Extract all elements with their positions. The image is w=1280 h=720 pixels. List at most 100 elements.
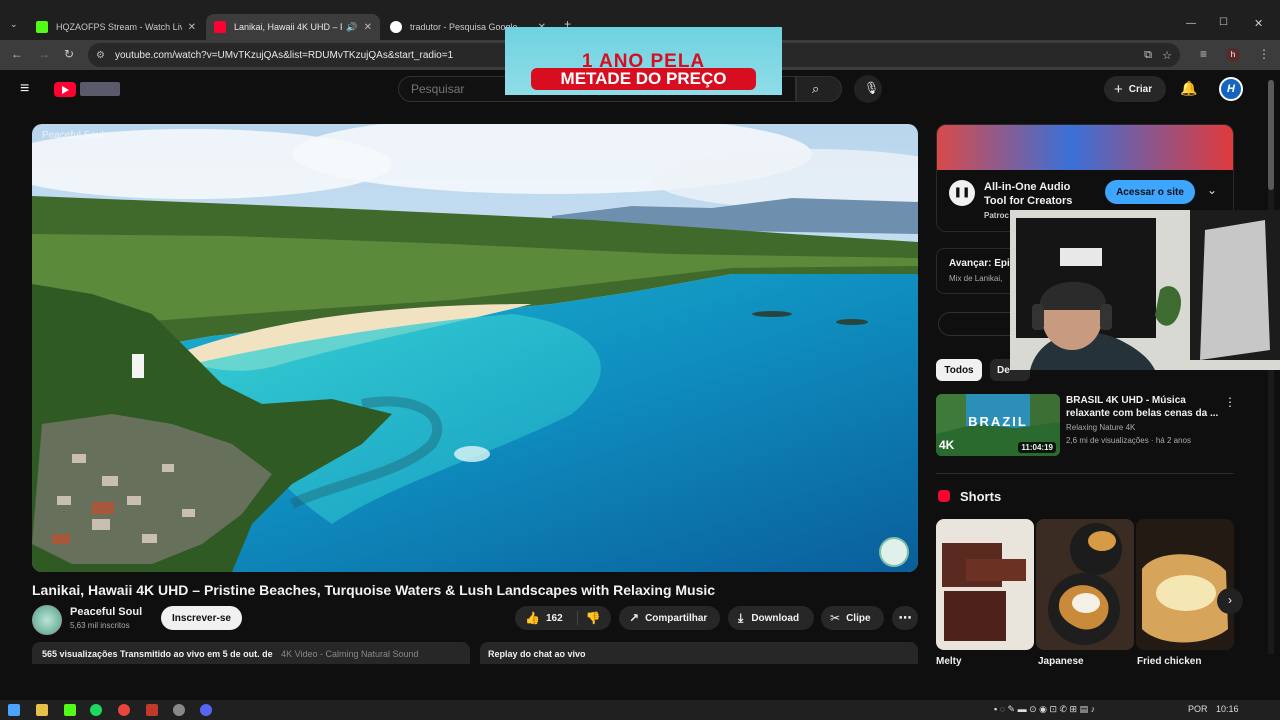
clip-button[interactable]: ✂ Clipe (821, 606, 884, 630)
scrollbar-thumb[interactable] (1268, 80, 1274, 190)
video-thumbnail[interactable]: BRAZIL 4K 11:04:19 (936, 394, 1060, 456)
ad-title-line-1: All-in-One Audio (984, 181, 1071, 193)
shorts-icon (938, 490, 950, 502)
promo-line-2: METADE DO PREÇO (531, 68, 756, 90)
chat-replay-box[interactable]: Replay do chat ao vivo (480, 642, 918, 664)
close-icon[interactable]: ✕ (364, 22, 372, 33)
voice-search-button[interactable]: 🎙 (854, 75, 882, 103)
download-icon: ⤓ (738, 610, 744, 625)
download-label: Download (751, 612, 800, 624)
create-button[interactable]: + Criar (1104, 76, 1166, 102)
clip-label: Clipe (846, 612, 871, 624)
app-icon[interactable] (146, 704, 158, 716)
forward-icon[interactable]: → (38, 47, 50, 61)
title-strip (0, 0, 1280, 12)
dislike-icon[interactable]: 👎 (576, 611, 601, 625)
like-count[interactable]: 162 (546, 613, 563, 624)
file-explorer-icon[interactable] (36, 704, 48, 716)
hamburger-icon[interactable]: ≡ (20, 80, 29, 98)
divider (936, 473, 1234, 474)
google-icon (390, 21, 402, 33)
ad-title-line-2: Tool for Creators (984, 195, 1073, 207)
like-icon[interactable]: 👍 (525, 611, 540, 625)
video-title: Lanikai, Hawaii 4K UHD – Pristine Beache… (32, 582, 716, 598)
tab-search-icon[interactable]: ⌄ (10, 19, 18, 30)
clock[interactable]: 10:16 (1216, 704, 1239, 714)
description-box[interactable]: 565 visualizações Transmitido ao vivo em… (32, 642, 470, 664)
recommended-title-line-2: relaxante com belas cenas da ... (1066, 408, 1219, 419)
kebab-menu-icon[interactable]: ⋮ (1224, 395, 1236, 409)
bookmark-star-icon[interactable]: ☆ (1162, 49, 1172, 62)
short-title[interactable]: Melty (936, 656, 962, 667)
back-icon[interactable]: ← (11, 47, 23, 61)
playlist-mix-label: Mix de Lanikai, (949, 274, 1003, 283)
ad-banner-image (937, 125, 1233, 170)
tray-icons[interactable]: ▪ ◌ ✎ ▬ ⊙ ◉ ⊡ ✆ ⊞ ▤ ♪ (994, 704, 1095, 715)
chip-label: Todos (944, 364, 974, 376)
spotify-icon[interactable] (90, 704, 102, 716)
webcam-overlay (1010, 210, 1280, 370)
ad-cta-button[interactable]: Acessar o site (1105, 180, 1195, 204)
ad-cta-label: Acessar o site (1116, 186, 1184, 198)
chip-all[interactable]: Todos (936, 359, 982, 381)
youtube-icon (214, 21, 226, 33)
reload-icon[interactable]: ↻ (64, 47, 74, 61)
site-info-icon[interactable]: ⚙ (96, 50, 105, 61)
video-duration: 11:04:19 (1018, 442, 1056, 453)
youtube-logo-icon[interactable] (54, 82, 76, 97)
recommended-channel[interactable]: Relaxing Nature 4K (1066, 423, 1135, 432)
maximize-icon[interactable]: ☐ (1219, 17, 1228, 28)
pause-icon[interactable]: ❚❚ (949, 180, 975, 206)
subscribe-label: Inscrever-se (172, 612, 231, 624)
bell-icon[interactable]: 🔔 (1180, 80, 1197, 97)
subscribe-button[interactable]: Inscrever-se (161, 606, 242, 630)
menu-dots-icon[interactable]: ⋮ (1258, 47, 1270, 61)
channel-name[interactable]: Peaceful Soul (70, 606, 142, 618)
promo-banner[interactable]: 1 ANO PELA METADE DO PREÇO (505, 27, 782, 95)
extensions-icon[interactable]: ≡ (1200, 47, 1207, 61)
short-thumbnail[interactable] (1036, 519, 1134, 650)
chevron-right-icon: › (1228, 593, 1232, 607)
windows-start-icon[interactable] (8, 704, 20, 716)
chip-label: De (997, 364, 1010, 376)
chrome-icon[interactable] (118, 704, 130, 716)
profile-avatar[interactable]: h (1226, 48, 1240, 62)
chevron-down-icon[interactable]: ⌄ (1207, 183, 1217, 197)
app-icon[interactable] (64, 704, 76, 716)
discord-icon[interactable] (200, 704, 212, 716)
tab-stream[interactable]: HQZAOFPS Stream - Watch Live ✕ (28, 14, 204, 40)
kick-icon (36, 21, 48, 33)
shorts-heading: Shorts (960, 489, 1002, 504)
short-thumbnail[interactable] (936, 519, 1034, 650)
more-actions-button[interactable]: ⋯ (892, 606, 918, 630)
tab-title: Lanikai, Hawaii 4K UHD – P (234, 22, 343, 32)
channel-avatar[interactable] (32, 605, 62, 635)
keyboard-language[interactable]: POR (1188, 704, 1208, 714)
url-text: youtube.com/watch?v=UMvTKzujQAs&list=RDU… (114, 49, 454, 61)
short-title[interactable]: Fried chicken (1137, 656, 1201, 667)
window-close-icon[interactable]: ✕ (1254, 17, 1263, 30)
subscriber-count: 5,63 mil inscritos (70, 621, 130, 630)
create-label: Criar (1128, 83, 1153, 95)
scissors-icon: ✂ (830, 611, 841, 625)
app-icon[interactable] (173, 704, 185, 716)
thumbnail-badge: 4K (939, 438, 955, 452)
short-title[interactable]: Japanese (1038, 656, 1084, 667)
description-stats: 565 visualizações Transmitido ao vivo em… (42, 649, 273, 659)
share-button[interactable]: ↗ Compartilhar (619, 606, 720, 630)
plus-icon: + (1114, 80, 1123, 98)
account-avatar[interactable]: H (1219, 77, 1243, 101)
close-icon[interactable]: ✕ (188, 22, 196, 33)
short-thumbnail[interactable] (1136, 519, 1234, 650)
video-player[interactable]: Peaceful Soul (32, 124, 918, 572)
share-icon: ↗ (629, 611, 640, 625)
search-button[interactable]: ⌕ (796, 76, 842, 102)
install-icon[interactable]: ⧉ (1144, 49, 1152, 62)
recommended-meta: 2,6 mi de visualizações · há 2 anos (1066, 436, 1191, 445)
download-button[interactable]: ⤓ Download (728, 606, 814, 630)
minimize-icon[interactable]: — (1186, 18, 1196, 29)
shorts-next-button[interactable]: › (1217, 588, 1243, 614)
tab-youtube[interactable]: Lanikai, Hawaii 4K UHD – P 🔊 ✕ (206, 14, 380, 40)
speaker-icon[interactable]: 🔊 (346, 22, 357, 33)
thumbnail-text: BRAZIL (968, 414, 1028, 429)
